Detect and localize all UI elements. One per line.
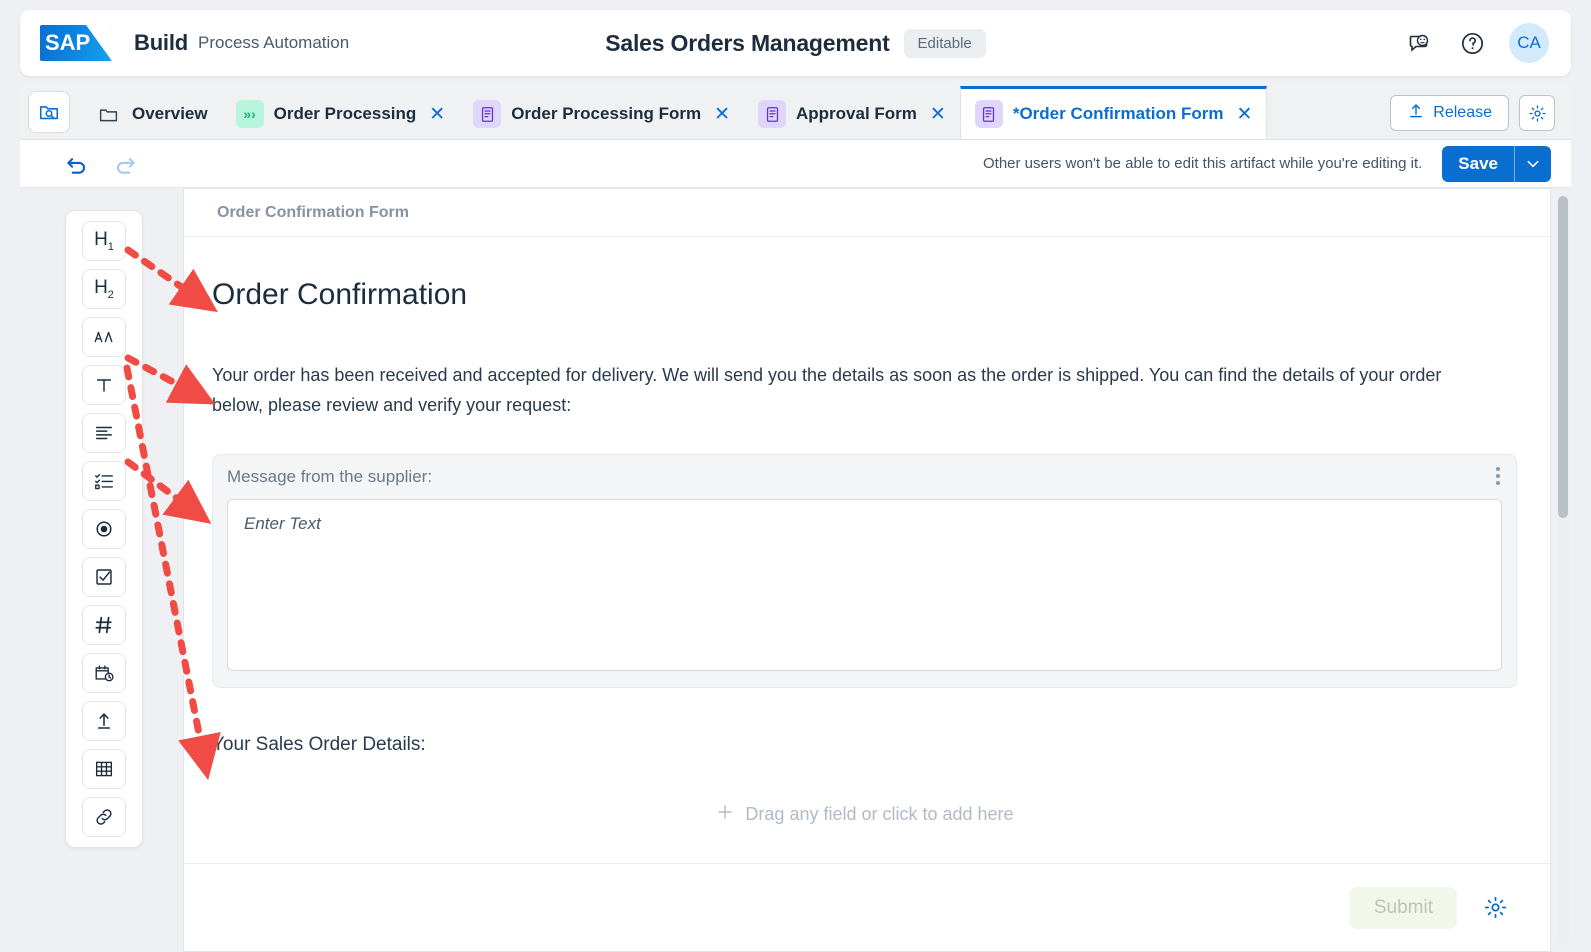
palette-item-text-field[interactable] bbox=[82, 365, 126, 405]
process-chevrons-icon: »› bbox=[235, 100, 264, 128]
tab-close-icon[interactable]: ✕ bbox=[429, 105, 445, 124]
tab-approval-form[interactable]: Approval Form ✕ bbox=[744, 89, 960, 139]
rich-text-icon bbox=[94, 331, 113, 343]
avatar[interactable]: CA bbox=[1509, 23, 1549, 63]
tab-overview[interactable]: Overview bbox=[80, 89, 222, 139]
upload-arrow-icon bbox=[1407, 102, 1425, 125]
form-icon bbox=[974, 100, 1003, 128]
paragraph-lines-icon bbox=[95, 426, 113, 440]
header-actions: CA bbox=[1405, 23, 1549, 63]
editor-main: H1 H2 Order Confirmation Form Order Conf… bbox=[20, 188, 1571, 952]
save-button[interactable]: Save bbox=[1442, 145, 1515, 182]
tab-bar: Overview »› Order Processing ✕ Order Pro… bbox=[20, 84, 1571, 140]
supplier-message-field[interactable]: Message from the supplier: Enter Text bbox=[212, 454, 1517, 689]
tab-label: Order Processing bbox=[273, 104, 417, 123]
action-toolbar: Other users won't be able to edit this a… bbox=[20, 140, 1571, 188]
tab-order-processing-form[interactable]: Order Processing Form ✕ bbox=[459, 89, 744, 139]
supplier-message-label: Message from the supplier: bbox=[227, 467, 433, 487]
checklist-icon bbox=[95, 474, 113, 490]
scrollbar-thumb[interactable] bbox=[1558, 196, 1568, 518]
palette-item-rich-text[interactable] bbox=[82, 317, 126, 357]
palette-item-date-time[interactable] bbox=[82, 653, 126, 693]
tab-order-processing[interactable]: »› Order Processing ✕ bbox=[222, 89, 460, 139]
actionbar-right: Other users won't be able to edit this a… bbox=[983, 145, 1551, 182]
heading-2-icon: H2 bbox=[94, 277, 114, 301]
brand-subtitle: Process Automation bbox=[198, 33, 350, 52]
calendar-clock-icon bbox=[95, 665, 114, 682]
dropzone[interactable]: Drag any field or click to add here bbox=[212, 794, 1517, 834]
heading-1-icon: H1 bbox=[94, 229, 114, 253]
palette-item-heading-1[interactable]: H1 bbox=[82, 221, 126, 261]
kebab-menu-icon[interactable] bbox=[1496, 467, 1500, 486]
app-header: SAP Build Process Automation Sales Order… bbox=[20, 10, 1571, 76]
radio-icon bbox=[96, 521, 112, 537]
canvas-scrollbar[interactable] bbox=[1557, 196, 1569, 944]
text-field-icon bbox=[96, 379, 112, 392]
upload-icon bbox=[97, 713, 111, 729]
release-button[interactable]: Release bbox=[1390, 95, 1509, 131]
palette-item-table[interactable] bbox=[82, 749, 126, 789]
sap-logo: SAP bbox=[40, 25, 112, 61]
tab-order-confirmation-form[interactable]: *Order Confirmation Form ✕ bbox=[959, 86, 1268, 139]
undo-arrow-icon[interactable] bbox=[64, 151, 90, 177]
folder-search-icon[interactable] bbox=[28, 91, 70, 133]
form-subheading[interactable]: Your Sales Order Details: bbox=[212, 734, 1517, 756]
help-question-icon[interactable] bbox=[1457, 28, 1487, 58]
form-canvas: Order Confirmation Form Order Confirmati… bbox=[183, 188, 1551, 952]
form-heading[interactable]: Order Confirmation bbox=[212, 277, 1517, 313]
feedback-smiley-icon[interactable] bbox=[1405, 28, 1435, 58]
folder-icon bbox=[94, 100, 122, 128]
form-footer: Submit bbox=[184, 863, 1550, 951]
link-icon bbox=[96, 809, 112, 825]
palette-item-radio-button[interactable] bbox=[82, 509, 126, 549]
number-hash-icon bbox=[95, 616, 112, 634]
palette-item-link[interactable] bbox=[82, 797, 126, 837]
checkbox-icon bbox=[96, 569, 112, 585]
chevron-down-icon[interactable] bbox=[1515, 146, 1551, 182]
dropzone-label: Drag any field or click to add here bbox=[745, 803, 1014, 824]
form-body: Order Confirmation Your order has been r… bbox=[184, 237, 1550, 864]
status-badge: Editable bbox=[903, 28, 986, 58]
supplier-message-input[interactable]: Enter Text bbox=[227, 499, 1502, 672]
field-palette: H1 H2 bbox=[65, 210, 143, 848]
form-icon bbox=[758, 100, 787, 128]
tab-close-icon[interactable]: ✕ bbox=[930, 105, 946, 124]
palette-item-paragraph[interactable] bbox=[82, 413, 126, 453]
submit-button[interactable]: Submit bbox=[1349, 886, 1457, 929]
sap-logo-text: SAP bbox=[45, 30, 91, 55]
palette-item-file-upload[interactable] bbox=[82, 701, 126, 741]
page-title: Sales Orders Management bbox=[605, 29, 890, 56]
tab-close-icon[interactable]: ✕ bbox=[714, 105, 730, 124]
save-button-group[interactable]: Save bbox=[1442, 145, 1551, 182]
gear-icon[interactable] bbox=[1483, 895, 1508, 920]
gear-icon[interactable] bbox=[1519, 95, 1555, 131]
tab-label: *Order Confirmation Form bbox=[1012, 104, 1224, 123]
form-paragraph[interactable]: Your order has been received and accepte… bbox=[212, 360, 1452, 420]
redo-arrow-icon[interactable] bbox=[112, 151, 138, 177]
form-icon bbox=[473, 100, 502, 128]
tab-label: Approval Form bbox=[796, 104, 917, 123]
palette-item-checklist[interactable] bbox=[82, 461, 126, 501]
palette-item-checkbox[interactable] bbox=[82, 557, 126, 597]
plus-icon bbox=[715, 802, 735, 827]
undo-redo-group bbox=[64, 151, 138, 177]
tabbar-actions: Release bbox=[1390, 95, 1555, 131]
brand-name: Build bbox=[134, 30, 188, 55]
grid-icon bbox=[95, 761, 113, 777]
palette-item-heading-2[interactable]: H2 bbox=[82, 269, 126, 309]
tab-close-icon[interactable]: ✕ bbox=[1236, 105, 1252, 124]
tab-label: Overview bbox=[132, 104, 208, 123]
tab-label: Order Processing Form bbox=[511, 104, 702, 123]
release-label: Release bbox=[1433, 104, 1492, 121]
application-window: SAP Build Process Automation Sales Order… bbox=[0, 0, 1591, 952]
edit-lock-note: Other users won't be able to edit this a… bbox=[983, 155, 1423, 172]
breadcrumb: Order Confirmation Form bbox=[184, 189, 1550, 237]
palette-item-number-field[interactable] bbox=[82, 605, 126, 645]
